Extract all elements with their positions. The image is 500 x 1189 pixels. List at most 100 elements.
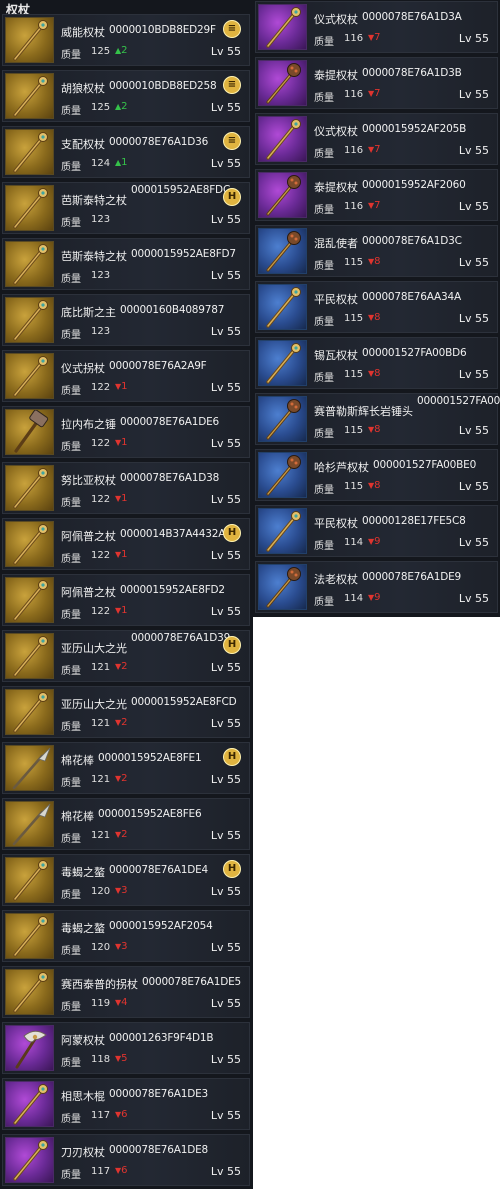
inventory-item-row[interactable]: 芭斯泰特之杖 000015952AE8FDC 质量 123 Lv 55 H [2,182,250,234]
item-thumbnail [258,564,307,610]
item-level: Lv 55 [458,88,489,101]
item-code: 000001527FA00BE0 [373,459,477,471]
quality-up-delta: ▲2 [115,101,128,112]
inventory-item-row[interactable]: 阿蒙权杖 000001263F9F4D1B 质量 118 ▼5 Lv 55 [2,1022,250,1074]
item-level: Lv 55 [210,381,241,394]
delta-value: 2 [121,717,128,728]
inventory-item-row[interactable]: 芭斯泰特之杖 0000015952AE8FD7 质量 123 Lv 55 [2,238,250,290]
item-level: Lv 55 [210,269,241,282]
inventory-item-row[interactable]: 赛西泰普的拐杖 0000078E76A1DE5 质量 119 ▼4 Lv 55 [2,966,250,1018]
item-level: Lv 55 [210,885,241,898]
inventory-item-row[interactable]: 平民权杖 0000078E76AA34A 质量 115 ▼8 Lv 55 [255,281,498,333]
inventory-item-row[interactable]: 仪式权杖 0000078E76A1D3A 质量 116 ▼7 Lv 55 [255,1,498,53]
inventory-item-row[interactable]: 平民权杖 00000128E17FE5C8 质量 114 ▼9 Lv 55 [255,505,498,557]
quality-label: 质量 [61,1002,81,1013]
delta-value: 8 [374,256,381,267]
quality-down-delta: ▼2 [115,829,128,840]
quality-down-delta: ▼1 [115,493,128,504]
right-column-panel: 仪式权杖 0000078E76A1D3A 质量 116 ▼7 Lv 55 泰提权杖 00000… [253,0,500,617]
delta-value: 1 [121,381,128,392]
quality-value: 124 [91,158,111,169]
quality-value: 120 [91,942,111,953]
inventory-item-row[interactable]: 锡瓦权杖 000001527FA00BD6 质量 115 ▼8 Lv 55 [255,337,498,389]
inventory-item-row[interactable]: 法老权杖 0000078E76A1DE9 质量 114 ▼9 Lv 55 [255,561,498,613]
quality-value: 122 [91,494,111,505]
item-code: 000001263F9F4D1B [109,1032,214,1044]
inventory-item-row[interactable]: 棉花棒 0000015952AE8FE6 质量 121 ▼2 Lv 55 [2,798,250,850]
inventory-item-row[interactable]: 棉花棒 0000015952AE8FE1 质量 121 ▼2 Lv 55 H [2,742,250,794]
item-name: 棉花棒 [61,754,94,767]
inventory-item-row[interactable]: 努比亚权杖 0000078E76A1D38 质量 122 ▼1 Lv 55 [2,462,250,514]
item-name: 亚历山大之光 [61,698,127,711]
inventory-item-row[interactable]: 刀刃权杖 0000078E76A1DE8 质量 117 ▼6 Lv 55 [2,1134,250,1186]
inventory-item-row[interactable]: 哈杉芦权杖 000001527FA00BE0 质量 115 ▼8 Lv 55 [255,449,498,501]
item-thumbnail [5,1025,54,1071]
quality-down-delta: ▼9 [368,592,381,603]
inventory-item-row[interactable]: 亚历山大之光 0000015952AE8FCD 质量 121 ▼2 Lv 55 [2,686,250,738]
hero-badge-icon: H [223,860,241,878]
item-level: Lv 55 [458,256,489,269]
quality-label: 质量 [314,597,334,608]
item-level: Lv 55 [458,480,489,493]
item-name: 法老权杖 [314,573,358,586]
hero-badge-icon: H [223,748,241,766]
item-level: Lv 55 [210,941,241,954]
quality-label: 质量 [314,541,334,552]
inventory-item-row[interactable]: 混乱使者 0000078E76A1D3C 质量 115 ▼8 Lv 55 [255,225,498,277]
inventory-item-row[interactable]: 仪式权杖 0000015952AF205B 质量 116 ▼7 Lv 55 [255,113,498,165]
item-code: 0000078E76A1D3A [362,11,462,23]
item-name: 仪式权杖 [314,13,358,26]
item-thumbnail [5,1081,54,1127]
delta-value: 1 [121,157,128,168]
delta-value: 2 [121,101,128,112]
item-code: 0000078E76A1DE6 [120,416,220,428]
quality-value: 125 [91,102,111,113]
inventory-item-row[interactable]: 毒蝎之螯 0000078E76A1DE4 质量 120 ▼3 Lv 55 H [2,854,250,906]
inventory-item-row[interactable]: 相思木棍 0000078E76A1DE3 质量 117 ▼6 Lv 55 [2,1078,250,1130]
item-name: 棉花棒 [61,810,94,823]
delta-value: 8 [374,368,381,379]
item-thumbnail [5,857,54,903]
item-thumbnail [5,185,54,231]
quality-value: 123 [91,326,111,337]
inventory-item-row[interactable]: 泰提权杖 0000015952AF2060 质量 116 ▼7 Lv 55 [255,169,498,221]
quality-up-delta: ▲2 [115,45,128,56]
quality-down-delta: ▼3 [115,885,128,896]
item-level: Lv 55 [210,605,241,618]
quality-down-delta: ▼1 [115,549,128,560]
item-name: 泰提权杖 [314,69,358,82]
item-name: 阿佩普之杖 [61,586,116,599]
inventory-item-row[interactable]: 亚历山大之光 0000078E76A1D39 质量 121 ▼2 Lv 55 H [2,630,250,682]
inventory-item-row[interactable]: 赛普勒斯辉长岩锤头 000001527FA00BDB 质量 115 ▼8 Lv 55 [255,393,500,445]
quality-label: 质量 [314,93,334,104]
inventory-item-row[interactable]: 泰提权杖 0000078E76A1D3B 质量 116 ▼7 Lv 55 [255,57,498,109]
item-code: 0000078E76A1D38 [120,472,220,484]
item-code: 000001527FA00BD6 [362,347,467,359]
inventory-item-row[interactable]: 拉内布之锤 0000078E76A1DE6 质量 122 ▼1 Lv 55 [2,406,250,458]
quality-down-delta: ▼1 [115,605,128,616]
item-code: 0000015952AE8FD7 [131,248,236,260]
item-code: 000001527FA00BDB [417,395,500,407]
quality-label: 质量 [314,149,334,160]
item-code: 0000015952AE8FCD [131,696,237,708]
item-name: 赛普勒斯辉长岩锤头 [314,405,413,418]
inventory-item-row[interactable]: 底比斯之主 00000160B4089787 质量 123 Lv 55 [2,294,250,346]
hero-badge-icon: H [223,524,241,542]
inventory-item-row[interactable]: 支配权杖 0000078E76A1D36 质量 124 ▲1 Lv 55 ≡ [2,126,250,178]
item-thumbnail [5,17,54,63]
inventory-item-row[interactable]: 毒蝎之螯 0000015952AF2054 质量 120 ▼3 Lv 55 [2,910,250,962]
quality-label: 质量 [61,834,81,845]
inventory-item-row[interactable]: 阿佩普之杖 0000015952AE8FD2 质量 122 ▼1 Lv 55 [2,574,250,626]
item-thumbnail [258,60,307,106]
delta-value: 2 [121,829,128,840]
quality-label: 质量 [61,1058,81,1069]
delta-value: 9 [374,536,381,547]
item-level: Lv 55 [210,45,241,58]
quality-down-delta: ▼7 [368,144,381,155]
inventory-item-row[interactable]: 仪式拐杖 0000078E76A2A9F 质量 122 ▼1 Lv 55 [2,350,250,402]
item-thumbnail [5,297,54,343]
inventory-item-row[interactable]: 阿佩普之杖 0000014B37A4432A 质量 122 ▼1 Lv 55 H [2,518,250,570]
inventory-item-row[interactable]: 胡狼权杖 0000010BDB8ED258 质量 125 ▲2 Lv 55 ≡ [2,70,250,122]
quality-label: 质量 [314,37,334,48]
inventory-item-row[interactable]: 威能权杖 0000010BDB8ED29F 质量 125 ▲2 Lv 55 ≡ [2,14,250,66]
